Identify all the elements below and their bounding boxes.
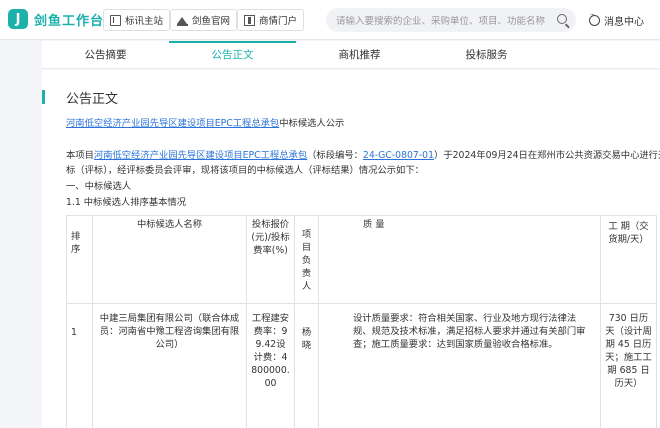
crown-icon — [177, 15, 188, 26]
header-rank: 排序 — [66, 215, 93, 304]
nav-business-portal-label: 商情门户 — [259, 16, 298, 27]
section-title: 公告正文 — [66, 91, 119, 107]
cell-rank: 1 — [66, 303, 93, 428]
header-name: 中标候选人名称 — [92, 215, 247, 304]
header-quality: 质 量 — [318, 215, 601, 304]
logo-mark-icon: J — [8, 9, 28, 29]
cell-price: 工程建安费率：99.42设计费：4800000.00 — [246, 303, 295, 428]
bid-code-link[interactable]: 24-GC-0807-01 — [363, 150, 434, 161]
notice-title-link[interactable]: 河南低空经济产业园先导区建设项目EPC工程总承包 — [66, 118, 279, 129]
nav-bidding-site-label: 标讯主站 — [125, 16, 164, 27]
nav-business-portal[interactable]: 商情门户 — [237, 9, 305, 31]
table-row: 1 中建三局集团有限公司（联合体成员：河南省中豫工程咨询集团有限公司） 工程建安… — [66, 303, 657, 428]
cell-manager: 杨晓 — [294, 303, 319, 428]
search-input[interactable]: 请输入要搜索的企业、采购单位、项目、功能名称 — [326, 8, 576, 32]
nav-bidding-site[interactable]: 标讯主站 — [103, 9, 171, 31]
tab-recommend[interactable]: 商机推荐 — [296, 41, 423, 68]
tab-bid-service[interactable]: 投标服务 — [423, 41, 550, 68]
notice-intro-line2: 标（评标），经评标委员会评审，现将该项目的中标候选人（评标结果）情况公示如下： — [66, 165, 424, 176]
cell-period: 730 日历天（设计周期 45 日历天；施工工期 685 日历天） — [600, 303, 657, 428]
intro-rest: ）于2024年09月24日在郑州市公共资源交易中心进行开 — [434, 150, 660, 161]
door-icon — [244, 14, 255, 26]
header-period: 工 期（交货期/天） — [600, 215, 657, 304]
bookmark-icon — [110, 14, 121, 26]
section-accent-bar — [42, 90, 45, 104]
notice-title: 河南低空经济产业园先导区建设项目EPC工程总承包中标候选人公示 — [66, 116, 344, 131]
nav-official-site[interactable]: 剑鱼官网 — [170, 9, 238, 31]
notice-title-suffix: 中标候选人公示 — [279, 118, 345, 129]
header-manager: 项目负责人 — [294, 215, 319, 304]
table-header-row: 排序 中标候选人名称 投标报价(元)/投标费率(%) 项目负责人 质 量 工 期… — [66, 215, 657, 304]
nav-official-site-label: 剑鱼官网 — [192, 16, 231, 27]
header-price: 投标报价(元)/投标费率(%) — [246, 215, 295, 304]
app-logo[interactable]: J 剑鱼工作台 — [8, 9, 104, 29]
message-icon — [589, 11, 600, 26]
cell-name: 中建三局集团有限公司（联合体成员：河南省中豫工程咨询集团有限公司） — [92, 303, 247, 428]
cell-quality: 设计质量要求：符合相关国家、行业及地方现行法律法规、规范及技术标准，满足招标人要… — [318, 303, 601, 428]
section-heading: 公告正文 — [42, 89, 119, 107]
tab-summary[interactable]: 公告摘要 — [42, 41, 169, 68]
intro-prefix: 本项目 — [66, 150, 94, 161]
candidate-table: 排序 中标候选人名称 投标报价(元)/投标费率(%) 项目负责人 质 量 工 期… — [66, 215, 657, 428]
tab-body[interactable]: 公告正文 — [169, 41, 296, 68]
intro-mid: （标段编号： — [307, 150, 363, 161]
top-bar: J 剑鱼工作台 标讯主站 剑鱼官网 商情门户 请输入要搜索的企业、采购单位、项目… — [0, 0, 660, 40]
notice-intro-line1: 本项目河南低空经济产业园先导区建设项目EPC工程总承包（标段编号：24-GC-0… — [66, 148, 660, 163]
intro-project-link[interactable]: 河南低空经济产业园先导区建设项目EPC工程总承包 — [94, 150, 307, 161]
tab-bar: 公告摘要 公告正文 商机推荐 投标服务 — [42, 41, 660, 69]
message-center-label: 消息中心 — [604, 17, 644, 28]
search-icon[interactable] — [557, 14, 567, 24]
message-center-button[interactable]: 消息中心 — [589, 11, 644, 28]
search-placeholder: 请输入要搜索的企业、采购单位、项目、功能名称 — [336, 16, 546, 27]
app-name: 剑鱼工作台 — [34, 13, 105, 29]
heading-candidates: 一、中标候选人 — [66, 181, 132, 192]
heading-ranking: 1.1 中标候选人排序基本情况 — [66, 197, 187, 208]
notice-content: 公告正文 河南低空经济产业园先导区建设项目EPC工程总承包中标候选人公示 本项目… — [42, 70, 660, 428]
